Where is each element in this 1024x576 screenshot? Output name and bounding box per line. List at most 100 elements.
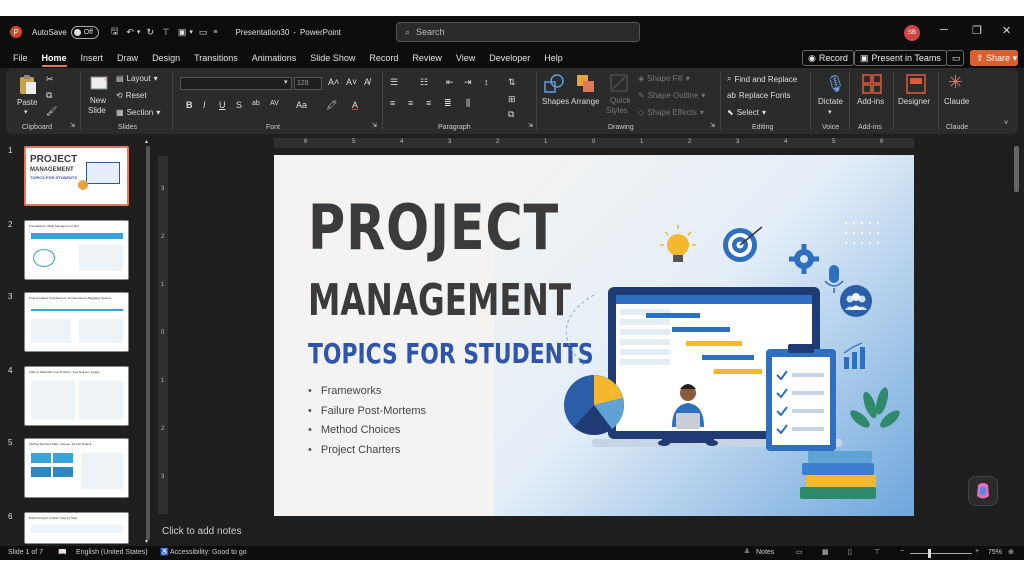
text-shadow-icon[interactable]: ab: [252, 100, 260, 107]
highlight-icon[interactable]: 🖍: [326, 100, 337, 111]
zoom-in-icon[interactable]: +: [975, 548, 979, 555]
change-case-icon[interactable]: Aa: [296, 100, 307, 110]
font-name-dropdown-icon[interactable]: ▾: [284, 78, 288, 86]
save-icon[interactable]: 🖫: [111, 24, 119, 40]
tab-insert[interactable]: Insert: [74, 48, 111, 68]
align-right-icon[interactable]: ≡: [426, 98, 431, 108]
format-painter-icon[interactable]: 🖌: [46, 106, 57, 117]
italic-icon[interactable]: I: [203, 100, 206, 110]
tab-developer[interactable]: Developer: [482, 48, 537, 68]
paste-dropdown-icon[interactable]: ▾: [24, 108, 28, 116]
slide-thumbnail-6[interactable]: Build A Project Charter Step by Step: [24, 512, 129, 544]
tab-slide-show[interactable]: Slide Show: [303, 48, 362, 68]
shapes-label[interactable]: Shapes: [542, 97, 569, 106]
new-slide-icon[interactable]: +: [90, 74, 108, 97]
tab-home[interactable]: Home: [35, 48, 74, 68]
replace-fonts-button[interactable]: ab Replace Fonts: [727, 91, 791, 100]
notes-toggle[interactable]: Notes: [756, 549, 774, 556]
reset-button[interactable]: ⟲ Reset: [116, 91, 147, 100]
bold-icon[interactable]: B: [186, 100, 193, 110]
collapse-ribbon-icon[interactable]: ˅: [1004, 120, 1008, 127]
zoom-slider[interactable]: [910, 553, 972, 554]
claude-button-label[interactable]: Claude: [944, 97, 969, 106]
scroll-up-icon[interactable]: ▴: [145, 138, 148, 145]
slide-bullet-list[interactable]: Frameworks Failure Post-Mortems Method C…: [308, 385, 426, 463]
find-replace-button[interactable]: ⌕ Find and Replace: [727, 74, 797, 84]
record-button[interactable]: ◉ Record: [802, 50, 854, 66]
present-in-teams-button[interactable]: ▣ Present in Teams: [854, 50, 947, 66]
numbering-icon[interactable]: ☷: [420, 77, 428, 88]
reading-view-icon[interactable]: ▯: [848, 548, 852, 556]
columns-icon[interactable]: ⫼: [466, 98, 470, 109]
slide-canvas[interactable]: PROJECT MANAGEMENT TOPICS FOR STUDENTS F…: [274, 155, 914, 516]
monitor-icon[interactable]: ▭: [199, 27, 208, 38]
slide-counter[interactable]: Slide 1 of 7: [8, 549, 43, 556]
drawing-launcher-icon[interactable]: ⇲: [710, 122, 715, 129]
font-color-icon[interactable]: A: [352, 100, 358, 110]
tab-draw[interactable]: Draw: [110, 48, 145, 68]
clipboard-launcher-icon[interactable]: ⇲: [70, 122, 75, 129]
new-slide-label-2[interactable]: Slide: [88, 106, 106, 115]
increase-font-icon[interactable]: A˄: [328, 77, 339, 87]
strikethrough-icon[interactable]: S: [236, 100, 242, 110]
paste-icon[interactable]: [18, 74, 38, 101]
cut-icon[interactable]: ✂: [46, 74, 54, 85]
slide-thumbnail-1[interactable]: PROJECT MANAGEMENT TOPICS FOR STUDENTS: [24, 146, 129, 206]
tab-review[interactable]: Review: [405, 48, 449, 68]
increase-indent-icon[interactable]: ⇥: [464, 77, 472, 88]
avatar[interactable]: SB: [904, 25, 920, 41]
section-button[interactable]: ▦ Section ▾: [116, 108, 160, 117]
tab-view[interactable]: View: [449, 48, 482, 68]
decrease-font-icon[interactable]: A˅: [346, 77, 357, 87]
copy-icon[interactable]: ⧉: [46, 90, 52, 101]
text-direction-icon[interactable]: ⇅: [508, 77, 516, 88]
autosave-toggle[interactable]: Off: [70, 25, 99, 39]
dictate-label[interactable]: Dictate: [818, 97, 843, 106]
slide-thumbnail-4[interactable]: Agile or Waterfall: One Problem, Two Del…: [24, 366, 129, 426]
copilot-button[interactable]: [968, 476, 998, 506]
justify-icon[interactable]: ≣: [444, 98, 452, 109]
new-slide-label[interactable]: New: [90, 96, 106, 105]
zoom-level[interactable]: 75%: [988, 549, 1002, 556]
presenter-icon[interactable]: ⊤: [162, 27, 170, 38]
accessibility-icon[interactable]: ♿: [160, 548, 169, 556]
align-left-icon[interactable]: ≡: [390, 98, 395, 108]
arrange-label[interactable]: Arrange: [571, 97, 599, 106]
undo-dropdown-icon[interactable]: ▾: [137, 28, 141, 36]
decrease-indent-icon[interactable]: ⇤: [446, 77, 454, 88]
slide-thumbnail-2[interactable]: Foundations: What Managers Control: [24, 220, 129, 280]
scroll-down-icon[interactable]: ▾: [145, 538, 148, 545]
font-size-select[interactable]: 128: [294, 77, 322, 90]
language-indicator[interactable]: English (United States): [76, 549, 148, 556]
share-button[interactable]: ⇪ Share ▾: [970, 50, 1018, 66]
comments-button[interactable]: ▭: [946, 50, 964, 66]
close-icon[interactable]: ✕: [1002, 24, 1011, 37]
editor-scrollbar[interactable]: [1014, 146, 1019, 192]
zoom-slider-thumb[interactable]: [928, 549, 931, 558]
character-spacing-icon[interactable]: AV: [270, 100, 279, 107]
paragraph-launcher-icon[interactable]: ⇲: [528, 122, 533, 129]
addins-icon[interactable]: [862, 74, 882, 99]
microphone-icon[interactable]: 🎙: [825, 74, 845, 94]
smartart-icon[interactable]: ⧉: [508, 109, 514, 120]
arrange-icon[interactable]: [576, 74, 596, 99]
align-center-icon[interactable]: ≡: [408, 98, 413, 108]
slide-thumbnail-5[interactable]: Method Decision Map: Choose, Do Not Defa…: [24, 438, 129, 498]
tab-record[interactable]: Record: [362, 48, 405, 68]
shape-outline-button[interactable]: ✎ Shape Outline ▾: [638, 91, 705, 100]
quick-styles-label-2[interactable]: Styles: [606, 106, 628, 115]
restore-icon[interactable]: ❐: [972, 24, 982, 37]
dictate-dropdown-icon[interactable]: ▾: [828, 108, 832, 116]
search-input[interactable]: ⌕ Search: [396, 22, 640, 42]
claude-icon[interactable]: ✳: [948, 72, 963, 93]
notes-pane[interactable]: Click to add notes: [150, 522, 1010, 542]
slide-subtitle[interactable]: TOPICS FOR STUDENTS: [308, 340, 594, 368]
shapes-icon[interactable]: [544, 74, 564, 99]
presenter-view-icon[interactable]: ⊤: [874, 548, 880, 556]
select-button[interactable]: ⬉ Select ▾: [727, 108, 766, 117]
thumbnails-scrollbar[interactable]: [146, 146, 150, 540]
tab-transitions[interactable]: Transitions: [187, 48, 245, 68]
quick-styles-label[interactable]: Quick: [610, 96, 630, 105]
shape-fill-button[interactable]: ◈ Shape Fill ▾: [638, 74, 690, 83]
tab-animations[interactable]: Animations: [245, 48, 304, 68]
